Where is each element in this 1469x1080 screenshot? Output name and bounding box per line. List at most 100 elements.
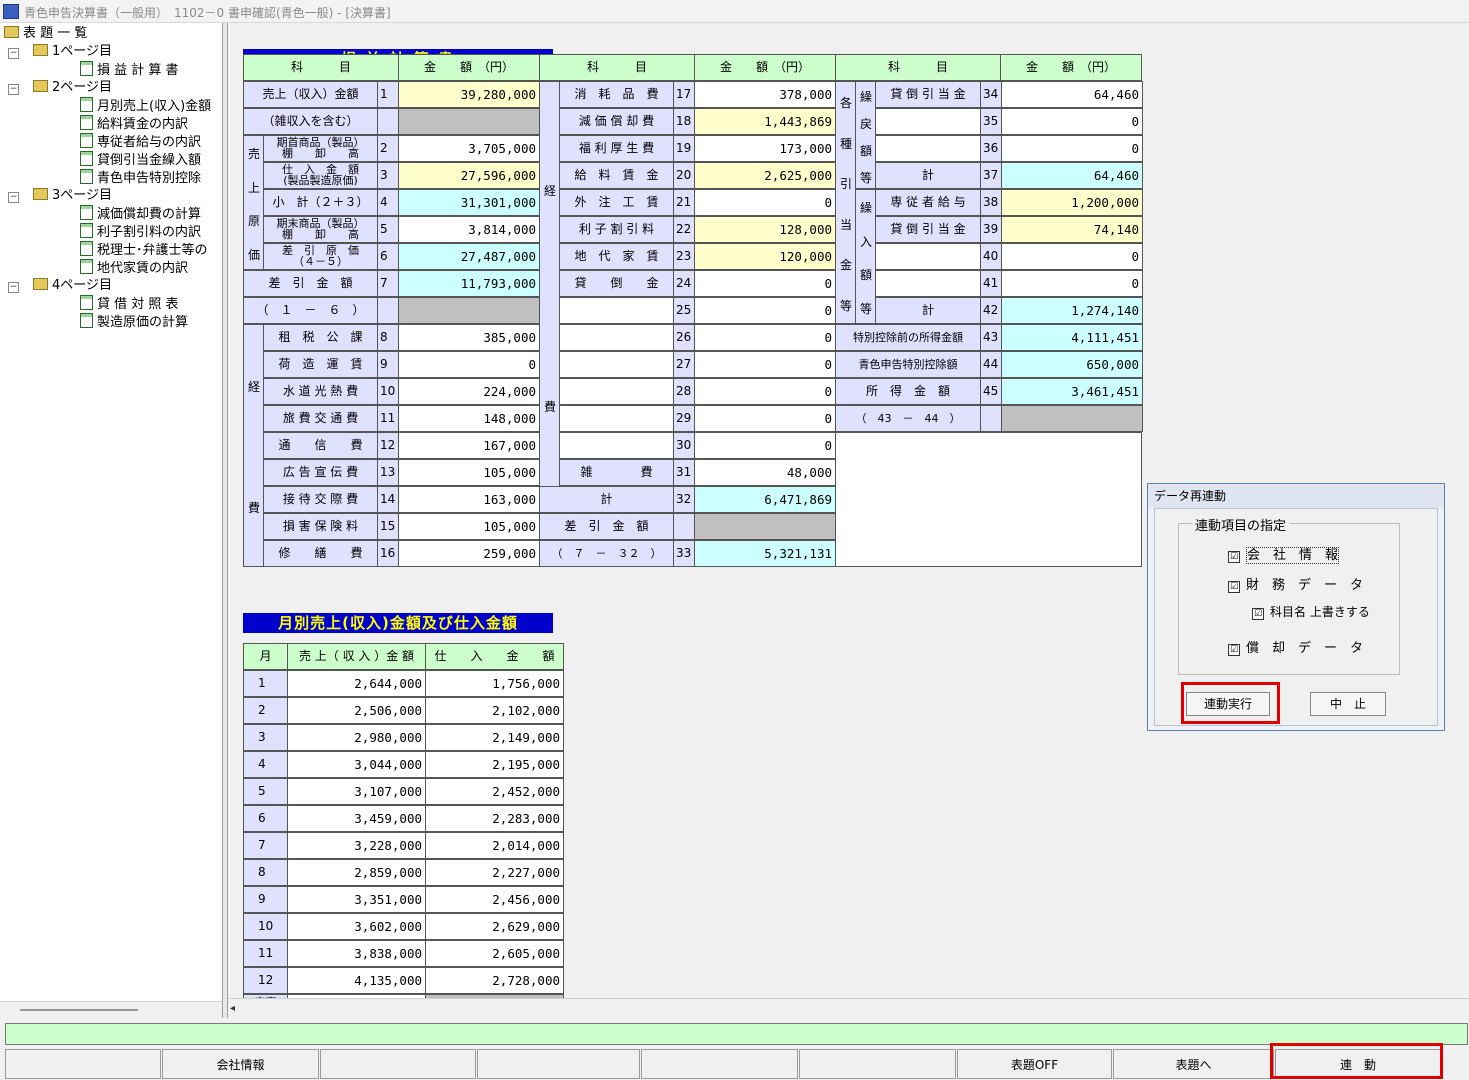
month-value: 2,452,000: [425, 778, 564, 805]
row-value: 0: [694, 297, 836, 324]
row-label: 計: [875, 297, 981, 324]
tree-page-label: 4ページ目: [52, 278, 113, 293]
company-info-button[interactable]: 会社情報: [162, 1049, 319, 1079]
month-value: 3,107,000: [287, 778, 426, 805]
document-icon: [80, 133, 93, 148]
fn-button-6[interactable]: [799, 1049, 956, 1079]
row-label: [559, 324, 674, 351]
checkbox-check-icon[interactable]: ☑: [1228, 644, 1240, 656]
side-kuriire: 繰入額等: [855, 189, 876, 324]
row-value: 0: [398, 351, 540, 378]
row-label: [875, 270, 981, 297]
tree-item[interactable]: 給料賃金の内訳: [80, 115, 188, 133]
tree-item[interactable]: 利子割引料の内訳: [80, 223, 201, 241]
tree-item[interactable]: 損 益 計 算 書: [80, 61, 179, 79]
tree-item[interactable]: 貸 借 対 照 表: [80, 295, 179, 313]
blank-value: [1001, 405, 1143, 432]
checkbox-check-icon[interactable]: ☑: [1252, 608, 1264, 620]
row-number: 30: [673, 432, 695, 459]
options-group-label: 連動項目の指定: [1192, 515, 1290, 534]
tree-root[interactable]: 表 題 一 覧: [4, 25, 87, 43]
row-number: 10: [377, 378, 399, 405]
row-number: 28: [673, 378, 695, 405]
row-label: 小 計（２＋３）: [263, 189, 378, 216]
tree-item-label: 地代家賃の内訳: [97, 261, 189, 276]
tree-item-label: 貸倒引当金繰入額: [97, 153, 202, 168]
row-value: 173,000: [694, 135, 836, 162]
row-number: 41: [980, 270, 1002, 297]
tree-page-1[interactable]: − 1ページ目: [8, 43, 112, 61]
row-label: 専 従 者 給 与: [875, 189, 981, 216]
tree-item[interactable]: 貸倒引当金繰入額: [80, 151, 201, 169]
side-char: 経: [544, 184, 557, 198]
row-number: 33: [673, 540, 695, 567]
tree-page-2[interactable]: − 2ページ目: [8, 79, 112, 97]
tree-expander-icon[interactable]: −: [8, 192, 19, 203]
fn-button-5[interactable]: [641, 1049, 798, 1079]
tree-expander-icon[interactable]: −: [8, 282, 19, 293]
company-info-checkbox[interactable]: ☑ 会 社 情 報: [1228, 544, 1340, 564]
side-char: 種: [840, 136, 853, 151]
depreciation-data-checkbox[interactable]: ☑ 償 却 デ ー タ: [1228, 637, 1363, 656]
row-number: 12: [377, 432, 399, 459]
row-number: 27: [673, 351, 695, 378]
tree-page-3[interactable]: − 3ページ目: [8, 187, 112, 205]
tree-item[interactable]: 専従者給与の内訳: [80, 133, 201, 151]
row-number: 2: [377, 135, 399, 162]
highlight-relink-button: [1270, 1043, 1443, 1079]
document-icon: [80, 169, 93, 184]
checkbox-check-icon[interactable]: ☑: [1228, 581, 1240, 593]
side-char: 繰: [860, 200, 873, 215]
tree-item[interactable]: 地代家賃の内訳: [80, 259, 188, 277]
main-hscrollbar[interactable]: ◂: [228, 998, 1469, 1019]
folder-icon: [4, 26, 19, 38]
row-label: 特別控除前の所得金額: [835, 324, 981, 351]
side-char: 額: [860, 143, 873, 158]
tree-item[interactable]: 減価償却費の計算: [80, 205, 201, 223]
tree-expander-icon[interactable]: −: [8, 48, 19, 59]
row-value: 27,596,000: [398, 162, 540, 189]
tree-item[interactable]: 青色申告特別控除: [80, 169, 201, 187]
month-value: 3,044,000: [287, 751, 426, 778]
fn-button-4[interactable]: [477, 1049, 640, 1079]
checkbox-label: 財 務 デ ー タ: [1246, 578, 1364, 593]
tree-expander-icon[interactable]: −: [8, 84, 19, 95]
row-label: 接 待 交 際 費: [263, 486, 378, 513]
to-title-button[interactable]: 表題へ: [1113, 1049, 1274, 1079]
finance-data-checkbox[interactable]: ☑ 財 務 デ ー タ: [1228, 574, 1363, 593]
month-label: 2: [243, 697, 288, 724]
tree-page-4[interactable]: − 4ページ目: [8, 277, 112, 295]
sidebar-scrollbar[interactable]: [0, 1001, 222, 1018]
header-kamoku: 科 目: [835, 54, 1001, 81]
document-icon: [80, 151, 93, 166]
row-label: 給 料 賃 金: [559, 162, 674, 189]
month-value: 2,149,000: [425, 724, 564, 751]
monthly-header: 仕 入 金 額: [425, 643, 564, 670]
row-number: 32: [673, 486, 695, 513]
month-value: 3,459,000: [287, 805, 426, 832]
checkbox-check-icon[interactable]: ☑: [1228, 551, 1240, 563]
month-label: 4: [243, 751, 288, 778]
scroll-left-icon[interactable]: ◂: [230, 1003, 235, 1014]
title-off-button[interactable]: 表題OFF: [957, 1049, 1112, 1079]
month-value: 1,756,000: [425, 670, 564, 697]
fn-button-1[interactable]: [5, 1049, 161, 1079]
row-label: 利 子 割 引 料: [559, 216, 674, 243]
cancel-button[interactable]: 中 止: [1310, 692, 1386, 716]
document-icon: [80, 205, 93, 220]
overwrite-account-checkbox[interactable]: ☑ 科目名 上書きする: [1252, 603, 1370, 620]
tree-item[interactable]: 製造原価の計算: [80, 313, 188, 331]
row-number: 1: [377, 81, 399, 108]
row-label: 期首商品（製品）棚 卸 高: [263, 135, 378, 162]
tree-item[interactable]: 月別売上(収入)金額: [80, 97, 211, 115]
document-icon: [80, 295, 93, 310]
row-label: （雑収入を含む）: [243, 108, 378, 135]
row-number: 13: [377, 459, 399, 486]
tree-item[interactable]: 税理士･弁護士等の: [80, 241, 208, 259]
row-number: 5: [377, 216, 399, 243]
scrollbar-thumb[interactable]: [20, 1009, 138, 1011]
document-icon: [80, 97, 93, 112]
side-char: 価: [248, 248, 261, 263]
row-value: 27,487,000: [398, 243, 540, 270]
fn-button-3[interactable]: [320, 1049, 476, 1079]
